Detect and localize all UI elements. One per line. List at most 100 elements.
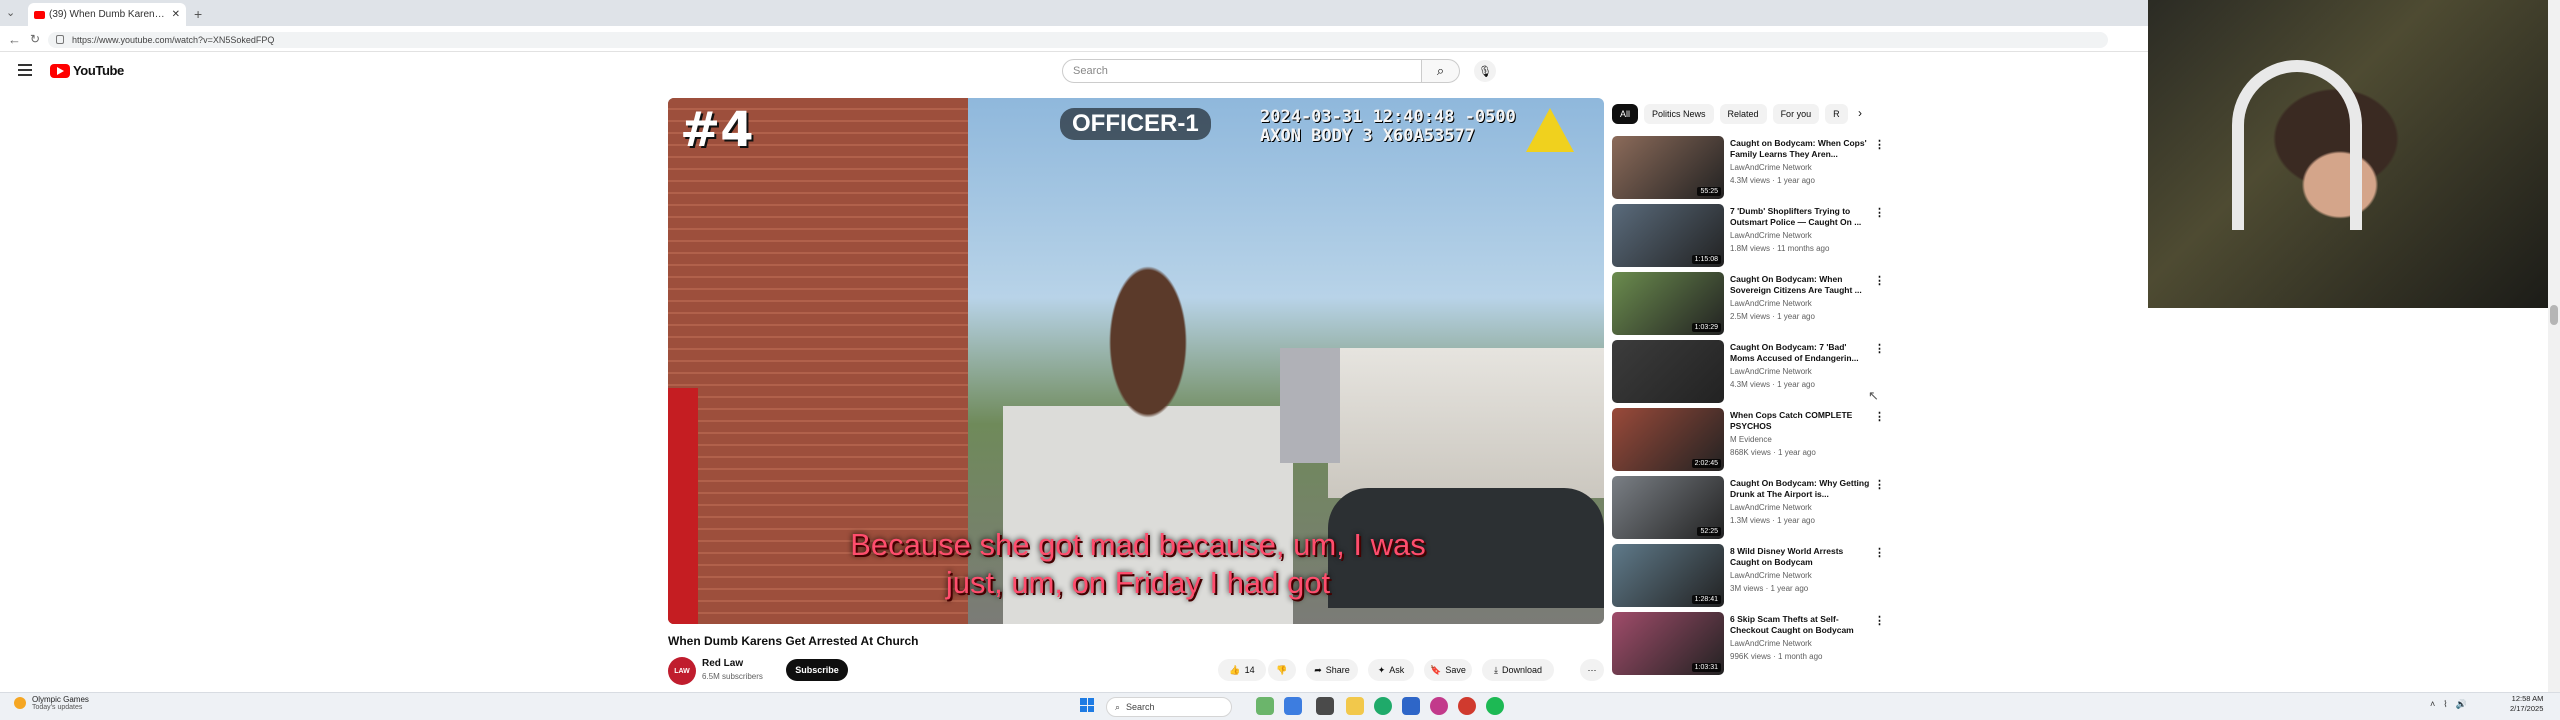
taskbar-app-icon[interactable] (1256, 697, 1274, 715)
edge-browser-icon[interactable] (1374, 697, 1392, 715)
video-player[interactable]: #4 OFFICER-1 2024-03-31 12:40:48 -0500 A… (668, 98, 1604, 624)
save-label: Save (1445, 665, 1466, 675)
weather-widget[interactable]: Olympic Games Today's updates (14, 695, 89, 711)
more-options-dots-icon[interactable]: ⋮ (1874, 410, 1885, 423)
recommendation-meta: 1.3M views · 1 year ago (1730, 516, 1815, 525)
recommendation-channel[interactable]: LawAndCrime Network (1730, 571, 1812, 580)
recommendation-title[interactable]: 8 Wild Disney World Arrests Caught on Bo… (1730, 546, 1870, 568)
recommendation-title[interactable]: 7 'Dumb' Shoplifters Trying to Outsmart … (1730, 206, 1870, 228)
share-button[interactable]: ➦ Share (1306, 659, 1358, 681)
recommendation-channel[interactable]: LawAndCrime Network (1730, 231, 1812, 240)
channel-avatar[interactable]: LAW (668, 657, 696, 685)
recommendation-thumbnail[interactable]: 1:03:31 (1612, 612, 1724, 675)
chip-next-chevron-icon[interactable]: › (1858, 106, 1862, 120)
ask-label: Ask (1389, 665, 1405, 675)
video-title: When Dumb Karens Get Arrested At Church (668, 634, 919, 648)
site-info-icon[interactable] (56, 35, 64, 44)
taskbar-clock[interactable]: 12:58 AM 2/17/2025 (2510, 694, 2543, 714)
mouse-cursor-icon: ↖ (1868, 388, 1879, 403)
chip-all[interactable]: All (1612, 104, 1639, 124)
recommendation-thumbnail[interactable] (1612, 340, 1724, 403)
scrollbar-thumb[interactable] (2550, 305, 2558, 325)
tab-list-chevron-icon[interactable]: ⌄ (6, 6, 15, 19)
more-options-dots-icon[interactable]: ⋮ (1874, 342, 1885, 355)
search-button[interactable]: ⌕ (1422, 59, 1460, 83)
channel-name[interactable]: Red Law (702, 658, 743, 669)
more-dots-icon: ⋯ (1587, 664, 1597, 675)
back-arrow-icon[interactable]: ← (8, 32, 21, 47)
ask-button[interactable]: ✦ Ask (1368, 659, 1414, 681)
hamburger-menu-icon[interactable] (18, 64, 32, 76)
chip-related[interactable]: Related (1719, 104, 1767, 124)
system-tray[interactable]: ˄ ⌇ 🔊 (2430, 699, 2467, 710)
subscribe-button[interactable]: Subscribe (786, 659, 848, 681)
more-options-dots-icon[interactable]: ⋮ (1874, 138, 1885, 151)
more-actions-button[interactable]: ⋯ (1580, 659, 1604, 681)
recommendation-thumbnail[interactable]: 1:15:08 (1612, 204, 1724, 267)
recommendation-channel[interactable]: LawAndCrime Network (1730, 367, 1812, 376)
taskbar-app-icon[interactable] (1402, 697, 1420, 715)
recommendation-item[interactable]: 1:03:31 6 Skip Scam Thefts at Self-Checko… (1612, 612, 1892, 678)
recommendation-thumbnail[interactable]: 52:25 (1612, 476, 1724, 539)
recommendation-item[interactable]: 1:15:08 7 'Dumb' Shoplifters Trying to Ou… (1612, 204, 1892, 270)
taskbar-app-icon[interactable] (1284, 697, 1302, 715)
tab-close-icon[interactable]: ✕ (172, 9, 180, 20)
video-duration: 2:02:45 (1691, 459, 1721, 468)
recommendation-channel[interactable]: LawAndCrime Network (1730, 503, 1812, 512)
browser-tab-active[interactable]: (39) When Dumb Karens Ge ✕ (28, 3, 186, 26)
file-explorer-icon[interactable] (1346, 697, 1364, 715)
terminal-icon[interactable] (1316, 697, 1334, 715)
recommendation-title[interactable]: 6 Skip Scam Thefts at Self-Checkout Caug… (1730, 614, 1870, 636)
reload-icon[interactable]: ↻ (30, 32, 40, 46)
recommendation-channel[interactable]: M Evidence (1730, 435, 1772, 444)
recommendation-item[interactable]: 52:25 Caught On Bodycam: Why Getting Drun… (1612, 476, 1892, 542)
chip-politics-news[interactable]: Politics News (1644, 104, 1714, 124)
page-scrollbar[interactable] (2548, 0, 2560, 692)
new-tab-plus-icon[interactable]: + (194, 6, 202, 22)
volume-icon[interactable]: 🔊 (2456, 699, 2467, 710)
video-duration: 1:03:29 (1691, 323, 1721, 332)
spotify-icon[interactable] (1486, 697, 1504, 715)
recommendation-title[interactable]: Caught On Bodycam: 7 'Bad' Moms Accused … (1730, 342, 1870, 364)
save-button[interactable]: 🔖 Save (1424, 659, 1472, 681)
recommendation-channel[interactable]: LawAndCrime Network (1730, 163, 1812, 172)
chip-truncated[interactable]: R (1825, 104, 1848, 124)
more-options-dots-icon[interactable]: ⋮ (1874, 206, 1885, 219)
recommendation-title[interactable]: When Cops Catch COMPLETE PSYCHOS (1730, 410, 1870, 432)
wifi-icon[interactable]: ⌇ (2443, 699, 2447, 710)
search-input[interactable]: Search (1062, 59, 1422, 83)
recommendation-item[interactable]: 1:03:29 Caught On Bodycam: When Sovereign… (1612, 272, 1892, 338)
chip-for-you[interactable]: For you (1772, 104, 1820, 124)
recommendation-thumbnail[interactable]: 2:02:45 (1612, 408, 1724, 471)
youtube-logo[interactable]: YouTube (50, 63, 124, 78)
recommendation-item[interactable]: 1:28:41 8 Wild Disney World Arrests Caugh… (1612, 544, 1892, 610)
recommendation-channel[interactable]: LawAndCrime Network (1730, 299, 1812, 308)
recommendation-item[interactable]: Caught On Bodycam: 7 'Bad' Moms Accused … (1612, 340, 1892, 406)
taskbar-search[interactable]: ⌕ Search (1106, 697, 1232, 717)
recommendation-channel[interactable]: LawAndCrime Network (1730, 639, 1812, 648)
houses-background (1328, 348, 1604, 498)
windows-start-icon[interactable] (1080, 698, 1094, 712)
dislike-button[interactable]: 👎 (1268, 659, 1296, 681)
more-options-dots-icon[interactable]: ⋮ (1874, 274, 1885, 287)
recommendation-thumbnail[interactable]: 55:25 (1612, 136, 1724, 199)
recommendation-item[interactable]: 55:25 Caught on Bodycam: When Cops' Famil… (1612, 136, 1892, 202)
recommendation-title[interactable]: Caught On Bodycam: Why Getting Drunk at … (1730, 478, 1870, 500)
taskbar-app-icon[interactable] (1430, 697, 1448, 715)
download-button[interactable]: ⤓ Download (1482, 659, 1554, 681)
like-button[interactable]: 👍 14 (1218, 659, 1266, 681)
taskbar-search-label: Search (1126, 702, 1155, 712)
recommendation-thumbnail[interactable]: 1:28:41 (1612, 544, 1724, 607)
more-options-dots-icon[interactable]: ⋮ (1874, 478, 1885, 491)
more-options-dots-icon[interactable]: ⋮ (1874, 614, 1885, 627)
youtube-favicon-icon (34, 10, 45, 19)
more-options-dots-icon[interactable]: ⋮ (1874, 546, 1885, 559)
recommendation-title[interactable]: Caught on Bodycam: When Cops' Family Lea… (1730, 138, 1870, 160)
chrome-browser-icon[interactable] (1458, 697, 1476, 715)
voice-search-mic-icon[interactable]: 🎙 (1474, 60, 1496, 82)
recommendation-item[interactable]: 2:02:45 When Cops Catch COMPLETE PSYCHOS M… (1612, 408, 1892, 474)
recommendation-thumbnail[interactable]: 1:03:29 (1612, 272, 1724, 335)
recommendation-title[interactable]: Caught On Bodycam: When Sovereign Citize… (1730, 274, 1870, 296)
chevron-up-icon[interactable]: ˄ (2430, 699, 2435, 710)
address-bar[interactable]: https://www.youtube.com/watch?v=XN5Soked… (48, 32, 2108, 48)
